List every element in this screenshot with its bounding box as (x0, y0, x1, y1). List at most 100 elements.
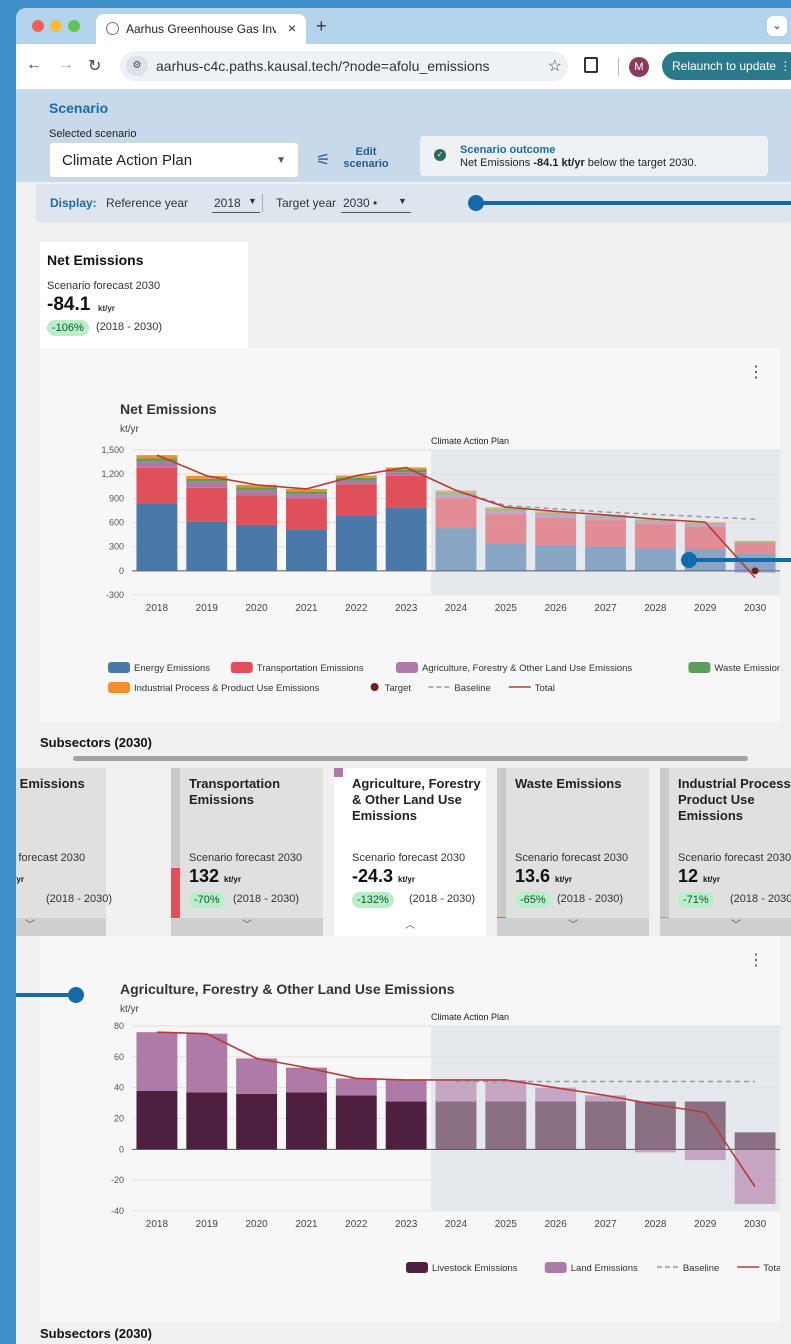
card-range: (2018 - 2030) (730, 893, 791, 905)
legend-swatch[interactable] (406, 1262, 428, 1273)
net-emissions-summary-card[interactable]: Net Emissions Scenario forecast 2030 -84… (40, 242, 248, 348)
y-tick-label: -20 (111, 1175, 124, 1185)
legend-swatch[interactable] (688, 662, 711, 673)
afolu-chart-panel: ⋮ Climate Action Plan -40 -20 0 20 40 60 80 2018… (40, 936, 780, 1322)
bar-segment (684, 1101, 726, 1150)
legend-label[interactable]: Energy Emissions (134, 663, 210, 674)
minimize-window-icon[interactable] (50, 20, 62, 32)
reload-icon[interactable]: ↻ (88, 56, 101, 76)
card-bar-fill (171, 868, 180, 918)
legend-swatch[interactable] (544, 1262, 567, 1273)
bar-segment (236, 495, 278, 525)
bookmark-star-icon[interactable]: ☆ (548, 56, 562, 76)
edit-scenario-label: Edit scenario (343, 146, 389, 170)
edit-scenario-button[interactable]: ⚟ Edit scenario (316, 144, 396, 174)
tab-strip: Aarhus Greenhouse Gas Inver × + ⌄ (16, 8, 791, 44)
zoom-window-icon[interactable] (68, 20, 80, 32)
summary-value: -84.1 (47, 294, 91, 315)
legend-label[interactable]: Baseline (454, 683, 490, 694)
subsector-card[interactable]: Energy Emissions Scenario forecast 2030 21… (16, 768, 112, 936)
card-value: 12 kt/yr (678, 866, 720, 886)
target-year-select[interactable]: 2030 • (343, 196, 377, 210)
card-expand-icon[interactable]: ﹀ (497, 918, 649, 936)
back-arrow-icon[interactable]: ← (26, 56, 42, 74)
relaunch-button[interactable]: Relaunch to update ⋮ (662, 52, 791, 80)
chevron-down-icon[interactable]: ▼ (398, 196, 407, 206)
y-tick-label: 300 (109, 542, 124, 552)
legend-label[interactable]: Baseline (683, 1263, 719, 1274)
address-bar[interactable]: ⚙ aarhus-c4c.paths.kausal.tech/?node=afo… (120, 51, 568, 81)
legend-label[interactable]: Total (535, 683, 555, 694)
bar-segment (485, 514, 527, 544)
card-expand-icon[interactable]: ﹀ (660, 918, 791, 936)
bar-segment (684, 1149, 726, 1161)
legend-label[interactable]: Land Emissions (571, 1263, 638, 1274)
legend-label[interactable]: Total (763, 1263, 780, 1274)
card-bar-track (497, 768, 506, 918)
subsector-card[interactable]: Waste Emissions Scenario forecast 2030 13.… (497, 768, 649, 936)
legend-swatch[interactable] (230, 662, 253, 673)
subsector-card[interactable]: Industrial Process & Product Use Emissio… (660, 768, 791, 936)
y-axis-unit: kt/yr (120, 424, 140, 435)
card-change-badge: -65% (515, 892, 551, 908)
legend-label[interactable]: Target (385, 683, 412, 694)
scenario-outcome: ✓ Scenario outcome Net Emissions -84.1 k… (420, 136, 768, 176)
sliders-icon: ⚟ (316, 152, 331, 169)
legend-label[interactable]: Agriculture, Forestry & Other Land Use E… (422, 663, 632, 674)
tab-title: Aarhus Greenhouse Gas Inver (126, 22, 276, 36)
subsector-card[interactable]: Agriculture, Forestry & Other Land Use E… (334, 768, 486, 936)
profile-avatar[interactable]: M (629, 57, 649, 77)
card-value: 217 kt/yr (16, 866, 24, 887)
subsectors-heading-bottom: Subsectors (2030) (40, 1326, 152, 1341)
card-expand-icon[interactable]: ︿ (334, 918, 486, 936)
card-unit: kt/yr (703, 875, 720, 884)
close-tab-icon[interactable]: × (288, 20, 296, 36)
bar-segment (435, 492, 477, 495)
x-tick-label: 2020 (245, 1219, 268, 1230)
bar-segment (485, 1079, 527, 1102)
legend-label[interactable]: Waste Emissions (714, 663, 780, 674)
bar-segment (535, 517, 577, 546)
legend-label[interactable]: Industrial Process & Product Use Emissio… (134, 683, 320, 694)
horizontal-scrollbar[interactable] (73, 756, 748, 761)
x-tick-label: 2019 (196, 1219, 219, 1230)
legend-label[interactable]: Transportation Emissions (257, 663, 364, 674)
bar-segment (435, 1101, 477, 1150)
bar-segment (435, 1079, 477, 1102)
legend-swatch[interactable] (370, 683, 379, 691)
summary-title: Net Emissions (47, 252, 144, 268)
close-window-icon[interactable] (32, 20, 44, 32)
bar-segment (734, 1149, 776, 1205)
subsector-card[interactable]: Transportation Emissions Scenario forecas… (171, 768, 323, 936)
legend-swatch[interactable] (108, 682, 130, 693)
scenario-select[interactable]: Climate Action Plan ▼ (49, 142, 299, 178)
reference-year-select[interactable]: 2018 (214, 196, 241, 210)
card-expand-icon[interactable]: ﹀ (171, 918, 323, 936)
bar-segment (136, 1090, 178, 1150)
x-tick-label: 2023 (395, 603, 418, 614)
x-tick-label: 2029 (694, 603, 717, 614)
bar-segment (335, 516, 377, 571)
url-text[interactable]: aarhus-c4c.paths.kausal.tech/?node=afolu… (156, 58, 489, 74)
bar-segment (186, 481, 228, 488)
legend-label[interactable]: Livestock Emissions (432, 1263, 518, 1274)
chevron-down-icon: ▼ (276, 155, 286, 166)
card-expand-icon[interactable]: ﹀ (16, 918, 106, 936)
chevron-down-icon[interactable]: ▼ (248, 196, 257, 206)
card-value: 132 kt/yr (189, 866, 241, 886)
card-forecast-label: Scenario forecast 2030 (189, 852, 303, 864)
card-bar-track (660, 768, 669, 918)
legend-swatch[interactable] (396, 662, 418, 673)
forward-arrow-icon[interactable]: → (58, 56, 74, 74)
tab-search-icon[interactable]: ⌄ (767, 16, 787, 36)
relaunch-label: Relaunch to update (672, 59, 777, 73)
new-tab-button[interactable]: + (316, 16, 327, 37)
legend-swatch[interactable] (108, 662, 130, 673)
x-tick-label: 2024 (445, 1219, 468, 1230)
browser-tab[interactable]: Aarhus Greenhouse Gas Inver × (96, 14, 306, 44)
site-settings-icon[interactable]: ⚙ (126, 56, 148, 76)
card-forecast-label: Scenario forecast 2030 (352, 852, 466, 864)
bar-segment (136, 461, 178, 468)
card-range: (2018 - 2030) (46, 893, 113, 905)
extensions-puzzle-icon[interactable] (584, 57, 598, 73)
